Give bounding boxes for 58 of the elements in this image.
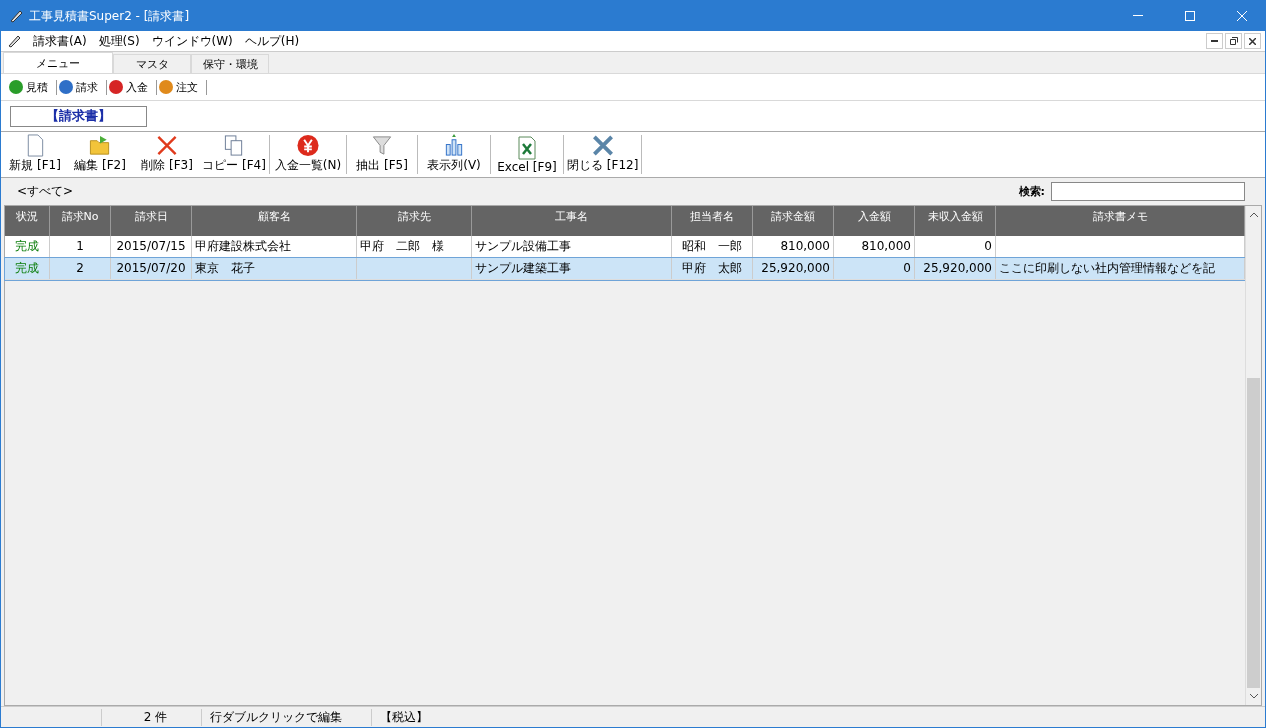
table-cell: 25,920,000 [915, 258, 996, 279]
menu-item[interactable]: ウインドウ(W) [151, 32, 233, 50]
search-label: 検索: [1018, 184, 1045, 199]
table-row[interactable]: 完成 1 2015/07/15 甲府建設株式会社 甲府 二郎 様 サンプル設備工事 昭和 一郎 810,000 810,000 0 [5, 236, 1245, 258]
scrollbar[interactable] [1245, 206, 1261, 705]
pen-logo-icon [9, 9, 23, 23]
scroll-down-icon[interactable] [1249, 694, 1258, 699]
menu-item[interactable]: 処理(S) [98, 32, 140, 50]
menu-item[interactable]: 請求書(A) [33, 32, 87, 50]
quick-link[interactable]: 注文 [176, 79, 198, 95]
toolbar-button[interactable]: 編集 [F2] [65, 132, 135, 177]
toolbar-button[interactable]: 閉じる [F12] [564, 132, 642, 177]
close-icon [590, 134, 615, 157]
maximize-icon [1185, 11, 1195, 21]
folder-icon [88, 134, 112, 157]
menu-item[interactable]: ヘルプ(H) [244, 32, 300, 50]
table-cell: 2015/07/20 [111, 258, 192, 279]
restore-icon [1229, 37, 1238, 45]
toolbar-button[interactable]: Excel [F9] [491, 132, 563, 177]
spreadsheet-icon [515, 136, 539, 160]
tab[interactable]: 保守・環境 [191, 54, 269, 73]
status-text: 【税込】 [371, 708, 571, 726]
close-icon [1249, 37, 1256, 45]
toolbar-button[interactable]: 入金一覧(N) [270, 132, 346, 177]
delete-icon [155, 134, 179, 157]
table-cell: 東京 花子 [192, 258, 357, 279]
restore-button[interactable] [1225, 33, 1242, 49]
table-row[interactable]: 完成 2 2015/07/20 東京 花子 サンプル建築工事 甲府 太郎 25,920,000 0 25,920,000 ここに印刷しない社内管理情報などを記 [5, 258, 1245, 280]
quick-link[interactable]: 見積 [26, 79, 48, 95]
scroll-up-icon[interactable] [1249, 212, 1258, 217]
quick-link[interactable]: 請求 [76, 79, 98, 95]
toolbar-button[interactable]: 抽出 [F5] [347, 132, 417, 177]
toolbar-button[interactable]: 削除 [F3] [135, 132, 199, 177]
toolbar-button[interactable]: 表示列(V) [418, 132, 490, 177]
section-title: 【請求書】 [10, 105, 147, 127]
status-text: 2 件 [101, 708, 201, 726]
toolbar-button[interactable]: コピー [F4] [199, 132, 269, 177]
tab[interactable]: メニュー [3, 52, 113, 73]
table-cell: 2 [50, 258, 111, 279]
close-button[interactable] [1244, 33, 1261, 49]
search-field[interactable] [1051, 182, 1245, 201]
table-cell: 甲府 太郎 [672, 258, 753, 279]
window-title: 工事見積書Super2 - [請求書] [29, 7, 191, 25]
status-text: 行ダブルクリックで編集 [201, 708, 371, 726]
minimize-icon [1133, 15, 1143, 17]
table-cell: 0 [834, 258, 915, 279]
table-cell: 完成 [5, 258, 50, 279]
filter-label[interactable]: <すべて> [17, 183, 74, 200]
tab[interactable]: マスタ [113, 54, 191, 73]
funnel-icon [370, 134, 394, 157]
close-icon [1237, 11, 1247, 21]
toolbar-button[interactable]: 新規 [F1] [5, 132, 65, 177]
quick-link[interactable]: 入金 [126, 79, 148, 95]
table-cell: 25,920,000 [753, 258, 834, 279]
minimize-icon [1211, 40, 1218, 42]
minimize-button[interactable] [1206, 33, 1223, 49]
pen-logo-icon [7, 34, 21, 48]
table-cell: サンプル建築工事 [472, 258, 672, 279]
